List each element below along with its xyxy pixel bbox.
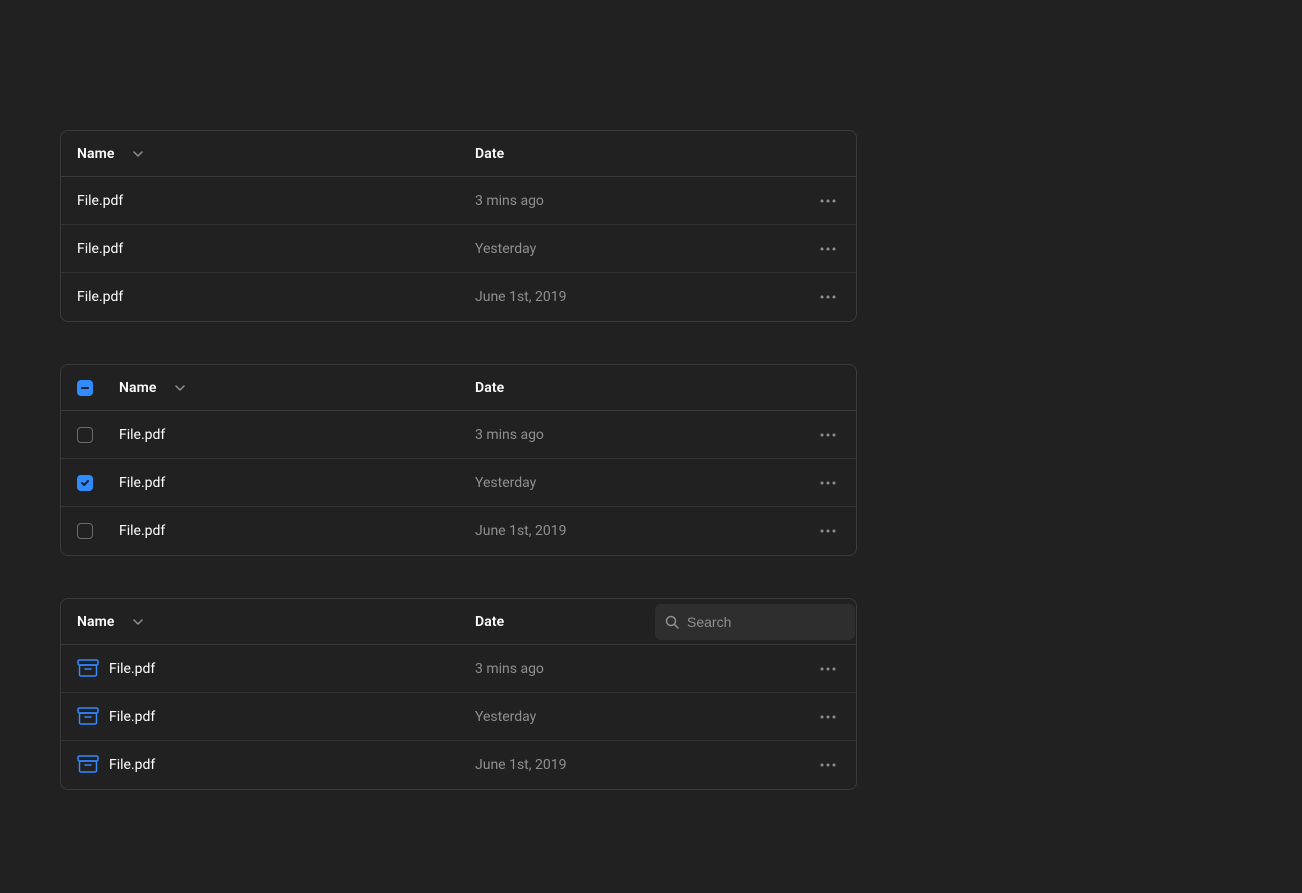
file-name: File.pdf (77, 193, 123, 209)
column-header-name[interactable]: Name (77, 146, 115, 162)
file-name: File.pdf (109, 757, 155, 773)
file-date: June 1st, 2019 (475, 289, 566, 305)
caret-down-icon[interactable] (175, 385, 185, 391)
table-header: Name Date (61, 365, 856, 411)
file-table-selectable: Name Date File.pdf 3 mins ago (60, 364, 857, 556)
archive-icon (77, 755, 99, 775)
file-table-with-search: Name Date File.pdf (60, 598, 857, 790)
column-header-name[interactable]: Name (77, 614, 115, 630)
table-header: Name Date (61, 599, 856, 645)
column-header-date[interactable]: Date (475, 146, 504, 162)
file-date: June 1st, 2019 (475, 523, 566, 539)
column-header-date[interactable]: Date (475, 614, 504, 630)
archive-icon (77, 659, 99, 679)
table-row[interactable]: File.pdf Yesterday (61, 459, 856, 507)
table-row[interactable]: File.pdf 3 mins ago (61, 177, 856, 225)
row-checkbox[interactable] (77, 523, 93, 539)
file-name: File.pdf (109, 709, 155, 725)
table-row[interactable]: File.pdf June 1st, 2019 (61, 273, 856, 321)
search-icon (665, 615, 679, 629)
file-name: File.pdf (119, 475, 165, 491)
archive-icon (77, 707, 99, 727)
file-date: 3 mins ago (475, 661, 544, 677)
more-icon[interactable] (816, 657, 840, 681)
file-name: File.pdf (119, 523, 165, 539)
row-checkbox[interactable] (77, 475, 93, 491)
file-date: Yesterday (475, 709, 536, 725)
caret-down-icon[interactable] (133, 151, 143, 157)
file-name: File.pdf (77, 241, 123, 257)
more-icon[interactable] (816, 423, 840, 447)
row-checkbox[interactable] (77, 427, 93, 443)
more-icon[interactable] (816, 705, 840, 729)
select-all-checkbox[interactable] (77, 380, 93, 396)
table-row[interactable]: File.pdf 3 mins ago (61, 645, 856, 693)
file-name: File.pdf (109, 661, 155, 677)
more-icon[interactable] (816, 471, 840, 495)
column-header-name[interactable]: Name (119, 380, 157, 396)
more-icon[interactable] (816, 519, 840, 543)
file-name: File.pdf (119, 427, 165, 443)
search-input[interactable] (687, 614, 845, 630)
more-icon[interactable] (816, 285, 840, 309)
table-row[interactable]: File.pdf 3 mins ago (61, 411, 856, 459)
file-date: June 1st, 2019 (475, 757, 566, 773)
table-row[interactable]: File.pdf June 1st, 2019 (61, 741, 856, 789)
table-header: Name Date (61, 131, 856, 177)
file-table-basic: Name Date File.pdf 3 mins ago File.pdf Y… (60, 130, 857, 322)
file-date: 3 mins ago (475, 427, 544, 443)
file-name: File.pdf (77, 289, 123, 305)
more-icon[interactable] (816, 237, 840, 261)
file-date: Yesterday (475, 475, 536, 491)
search-field[interactable] (655, 604, 855, 640)
more-icon[interactable] (816, 189, 840, 213)
table-row[interactable]: File.pdf Yesterday (61, 225, 856, 273)
file-date: Yesterday (475, 241, 536, 257)
caret-down-icon[interactable] (133, 619, 143, 625)
table-row[interactable]: File.pdf June 1st, 2019 (61, 507, 856, 555)
column-header-date[interactable]: Date (475, 380, 504, 396)
more-icon[interactable] (816, 753, 840, 777)
file-date: 3 mins ago (475, 193, 544, 209)
table-row[interactable]: File.pdf Yesterday (61, 693, 856, 741)
